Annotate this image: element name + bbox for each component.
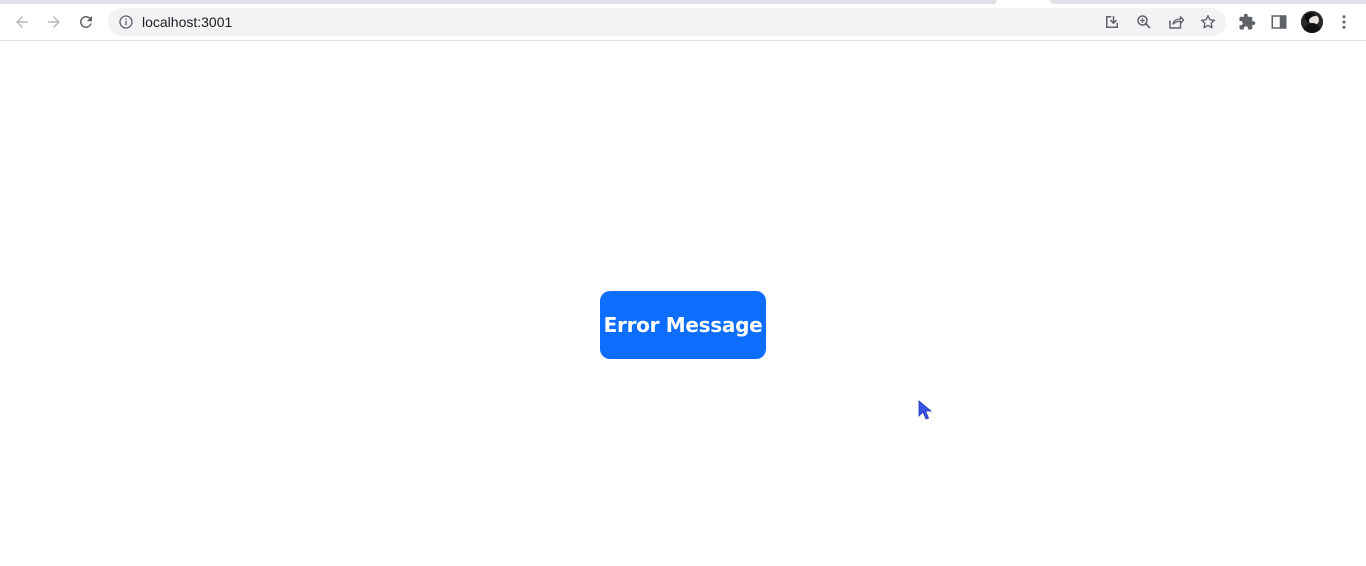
error-message-button[interactable]: Error Message <box>600 291 766 359</box>
url-text[interactable]: localhost:3001 <box>142 14 232 30</box>
side-panel-icon <box>1271 15 1287 29</box>
arrow-left-icon <box>16 16 28 28</box>
puzzle-icon <box>1239 13 1256 30</box>
install-icon[interactable] <box>1103 13 1121 31</box>
profile-avatar[interactable] <box>1301 11 1323 33</box>
forward-button[interactable] <box>40 8 68 36</box>
arrow-right-icon <box>48 16 60 28</box>
back-button[interactable] <box>8 8 36 36</box>
browser-toolbar: localhost:3001 <box>0 4 1366 41</box>
info-icon[interactable] <box>118 14 134 30</box>
extensions-button[interactable] <box>1236 11 1258 33</box>
browser-menu-button[interactable] <box>1333 11 1355 33</box>
reload-icon <box>79 15 92 28</box>
address-bar[interactable]: localhost:3001 <box>108 8 1226 36</box>
page-content: Error Message <box>0 41 1366 566</box>
zoom-icon[interactable] <box>1135 13 1153 31</box>
star-icon[interactable] <box>1199 13 1217 31</box>
kebab-menu-icon <box>1342 15 1346 29</box>
side-panel-button[interactable] <box>1268 11 1290 33</box>
avatar-image <box>1301 11 1323 33</box>
mouse-cursor-icon <box>918 400 932 420</box>
share-icon[interactable] <box>1167 13 1185 31</box>
reload-button[interactable] <box>72 8 100 36</box>
